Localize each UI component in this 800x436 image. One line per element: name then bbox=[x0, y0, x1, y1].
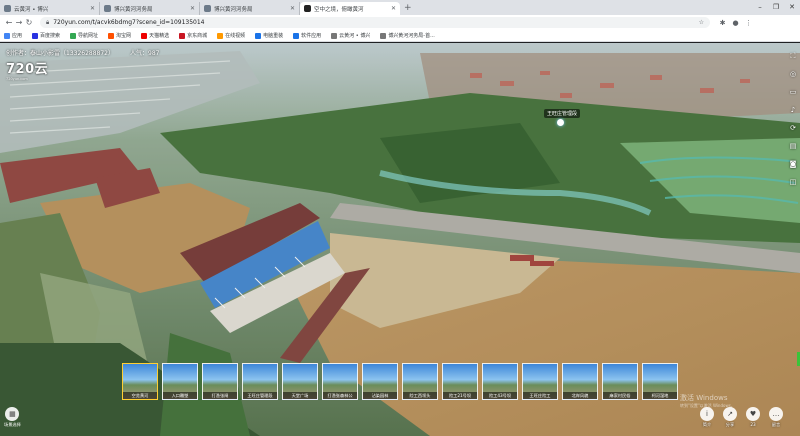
share-button[interactable]: ↗ 分享 bbox=[723, 407, 737, 428]
scene-thumbnail[interactable]: 险工43号坝 bbox=[482, 363, 518, 400]
bookmark-item[interactable]: 在线视频 bbox=[217, 32, 245, 39]
address-bar: ← → ↻ 🔒︎ 720yun.com/t/acvk6bdmg7?scene_i… bbox=[0, 15, 800, 30]
bookmark-item[interactable]: 应用 bbox=[4, 32, 22, 39]
bookmark-star-icon[interactable]: ☆ bbox=[699, 19, 704, 26]
hide-ui-icon[interactable]: ◫ bbox=[788, 177, 798, 187]
lock-icon: 🔒︎ bbox=[46, 18, 50, 26]
reload-icon[interactable]: ↻ bbox=[24, 18, 34, 27]
bookmark-favicon-icon bbox=[293, 32, 300, 39]
auto-rotate-icon[interactable]: ⟳ bbox=[788, 123, 798, 133]
bookmark-item[interactable]: 天猫精选 bbox=[141, 32, 169, 39]
scene-thumbnail[interactable]: 柯河湿地 bbox=[642, 363, 678, 400]
url-text: 720yun.com/t/acvk6bdmg7?scene_id=1091350… bbox=[53, 19, 205, 26]
logo-subtitle: 720yun.com bbox=[6, 77, 28, 81]
forward-icon[interactable]: → bbox=[14, 18, 24, 27]
bookmark-favicon-icon bbox=[217, 32, 224, 39]
bookmark-favicon-icon bbox=[70, 32, 77, 39]
hotspot-label[interactable]: 王旺庄管理段 bbox=[544, 109, 581, 118]
scene-thumbnail[interactable]: 天堂广场 bbox=[282, 363, 318, 400]
bookmark-item[interactable]: 博兴黄河河务局-首... bbox=[380, 32, 435, 39]
bookmark-favicon-icon bbox=[32, 32, 39, 39]
scene-thumbnail[interactable]: 王旺庄险工 bbox=[522, 363, 558, 400]
page-favicon-icon bbox=[304, 5, 311, 12]
page-favicon-icon bbox=[204, 5, 211, 12]
info-icon: i bbox=[700, 407, 714, 421]
page-favicon-icon bbox=[104, 5, 111, 12]
like-icon: ♥ bbox=[746, 407, 760, 421]
tab-3[interactable]: 空中之境，俯瞰黄河 ✕ bbox=[300, 2, 400, 15]
bookmark-favicon-icon bbox=[108, 32, 115, 39]
info-button[interactable]: i 简介 bbox=[700, 407, 714, 428]
comment-button[interactable]: … 留言 bbox=[769, 407, 783, 428]
window-controls: – ❐ ✕ bbox=[752, 0, 800, 15]
bookmark-item[interactable]: 导航网址 bbox=[70, 32, 98, 39]
maximize-icon[interactable]: ❐ bbox=[768, 0, 784, 15]
close-icon[interactable]: ✕ bbox=[190, 5, 195, 12]
map-icon[interactable]: ▤ bbox=[788, 141, 798, 151]
logo-720yun[interactable]: 720云 bbox=[6, 58, 159, 77]
tab-1[interactable]: 博兴黄河河务局 ✕ bbox=[100, 2, 200, 15]
scene-thumbnail[interactable]: 打渔张森林公 bbox=[322, 363, 358, 400]
views-count: 人气：987 bbox=[130, 50, 160, 57]
tab-0[interactable]: 云黄河 • 博兴 ✕ bbox=[0, 2, 100, 15]
bookmark-favicon-icon bbox=[179, 32, 186, 39]
scene-info: 创作者：泰山小影雷（13326288872） 人气：987 720云 720yu… bbox=[6, 48, 159, 81]
scene-thumbnail[interactable]: 王旺庄管理段 bbox=[242, 363, 278, 400]
bookmark-favicon-icon bbox=[141, 32, 148, 39]
bookmark-item[interactable]: 淘宝网 bbox=[108, 32, 131, 39]
bookmark-item[interactable]: 百度搜索 bbox=[32, 32, 60, 39]
scenes-icon: ▦ bbox=[5, 407, 20, 421]
profile-icon[interactable]: ● bbox=[729, 19, 742, 27]
bookmark-item[interactable]: 京东商城 bbox=[179, 32, 207, 39]
page-favicon-icon bbox=[4, 5, 11, 12]
scene-thumbnail[interactable]: 空览黄河 bbox=[122, 363, 158, 400]
gyroscope-icon[interactable]: ◎ bbox=[788, 69, 798, 79]
close-icon[interactable]: ✕ bbox=[391, 5, 396, 12]
tab-strip: 云黄河 • 博兴 ✕ 博兴黄河河务局 ✕ 博兴黄河河务局 ✕ 空中之境，俯瞰黄河 ✕ +… bbox=[0, 0, 800, 15]
bookmark-item[interactable]: 电脑重装 bbox=[255, 32, 283, 39]
scene-thumbnail[interactable]: 险工21号坝 bbox=[442, 363, 478, 400]
browser-tools: ✱ ● ⋮ bbox=[716, 19, 755, 27]
scene-thumbnail-strip: 空览黄河 入口雕塑 打渔张闸 王旺庄管理段 天堂广场 打渔张森林公 沾染园林 险工西坝头 险工2… bbox=[122, 363, 678, 400]
vr-icon[interactable]: ▭ bbox=[788, 87, 798, 97]
panorama-viewer[interactable]: 创作者：泰山小影雷（13326288872） 人气：987 720云 720yu… bbox=[0, 43, 800, 436]
close-window-icon[interactable]: ✕ bbox=[784, 0, 800, 15]
scene-thumbnail[interactable]: 北岸风貌 bbox=[562, 363, 598, 400]
url-input[interactable]: 🔒︎ 720yun.com/t/acvk6bdmg7?scene_id=1091… bbox=[40, 17, 710, 28]
bookmark-favicon-icon bbox=[380, 32, 387, 39]
extensions-icon[interactable]: ✱ bbox=[716, 19, 729, 27]
bookmark-item[interactable]: 云黄河 • 博兴 bbox=[331, 32, 370, 39]
scene-thumbnail[interactable]: 险工西坝头 bbox=[402, 363, 438, 400]
scene-select-button[interactable]: ▦ 场景选择 bbox=[4, 407, 21, 428]
camera-icon[interactable]: ◙ bbox=[788, 159, 798, 169]
right-toolbar: ⛶ ◎ ▭ ♪ ⟳ ▤ ◙ ◫ bbox=[788, 51, 798, 187]
music-icon[interactable]: ♪ bbox=[788, 105, 798, 115]
bookmark-item[interactable]: 软件应用 bbox=[293, 32, 321, 39]
bookmarks-bar: 应用 百度搜索 导航网址 淘宝网 天猫精选 京东商城 在线视频 电脑重装 软件应用 云黄河 • 博… bbox=[0, 30, 800, 42]
scene-thumbnail[interactable]: 麻家村民俗 bbox=[602, 363, 638, 400]
tab-2[interactable]: 博兴黄河河务局 ✕ bbox=[200, 2, 300, 15]
comment-icon: … bbox=[769, 407, 783, 421]
like-button[interactable]: ♥ 23 bbox=[746, 407, 760, 428]
scene-thumbnail[interactable]: 打渔张闸 bbox=[202, 363, 238, 400]
back-icon[interactable]: ← bbox=[4, 18, 14, 27]
minimize-icon[interactable]: – bbox=[752, 0, 768, 15]
scene-thumbnail[interactable]: 入口雕塑 bbox=[162, 363, 198, 400]
bookmark-favicon-icon bbox=[331, 32, 338, 39]
share-icon: ↗ bbox=[723, 407, 737, 421]
fullscreen-icon[interactable]: ⛶ bbox=[788, 51, 798, 61]
bookmark-favicon-icon bbox=[255, 32, 262, 39]
bookmark-favicon-icon bbox=[4, 32, 10, 39]
hotspot-marker-icon[interactable] bbox=[557, 119, 564, 126]
close-icon[interactable]: ✕ bbox=[90, 5, 95, 12]
close-icon[interactable]: ✕ bbox=[290, 5, 295, 12]
scene-thumbnail[interactable]: 沾染园林 bbox=[362, 363, 398, 400]
author-text: 创作者：泰山小影雷（13326288872） bbox=[6, 50, 114, 57]
new-tab-button[interactable]: + bbox=[404, 2, 412, 15]
bottom-action-buttons: i 简介 ↗ 分享 ♥ 23 … 留言 bbox=[700, 407, 783, 428]
menu-icon[interactable]: ⋮ bbox=[742, 19, 755, 27]
